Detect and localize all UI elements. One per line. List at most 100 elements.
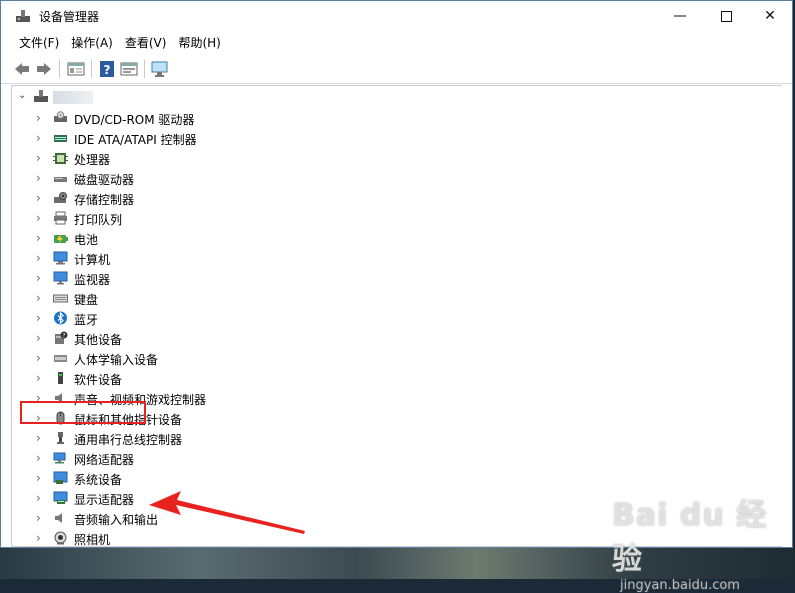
processor-icon bbox=[53, 153, 68, 164]
usb-icon bbox=[57, 432, 64, 444]
camera-icon bbox=[54, 531, 67, 545]
tree-item[interactable]: › 软件设备 bbox=[12, 368, 782, 388]
menu-help[interactable]: 帮助(H) bbox=[172, 31, 226, 55]
chevron-right-icon[interactable]: › bbox=[36, 531, 41, 545]
tree-item[interactable]: › 网络适配器 bbox=[12, 448, 782, 468]
chevron-right-icon[interactable]: › bbox=[36, 371, 41, 385]
computer-icon bbox=[53, 251, 68, 265]
tree-item[interactable]: › DVD/CD-ROM 驱动器 bbox=[12, 108, 782, 128]
forward-icon[interactable] bbox=[35, 60, 53, 78]
audio-io-icon bbox=[55, 513, 62, 523]
tree-item-label: 通用串行总线控制器 bbox=[74, 433, 183, 447]
menu-bar: 文件(F) 操作(A) 查看(V) 帮助(H) bbox=[1, 31, 792, 55]
monitor-icon bbox=[53, 271, 68, 285]
computer-name-blurred bbox=[53, 91, 93, 104]
update-driver-icon[interactable] bbox=[120, 60, 138, 78]
tree-item[interactable]: ›? 其他设备 bbox=[12, 328, 782, 348]
device-manager-window: 设备管理器 — ✕ 文件(F) 操作(A) 查看(V) 帮助(H) ? ⌄ › … bbox=[0, 0, 793, 548]
tree-item[interactable]: › 处理器 bbox=[12, 148, 782, 168]
minimize-button[interactable]: — bbox=[657, 1, 703, 31]
chevron-right-icon[interactable]: › bbox=[36, 511, 41, 525]
tree-item-label: 键盘 bbox=[74, 293, 99, 307]
chevron-right-icon[interactable]: › bbox=[36, 271, 41, 285]
tree-item-label: 其他设备 bbox=[74, 333, 123, 347]
tree-item[interactable]: › 通用串行总线控制器 bbox=[12, 428, 782, 448]
tree-item[interactable]: › 存储控制器 bbox=[12, 188, 782, 208]
display-adapter-icon bbox=[53, 491, 68, 504]
toolbar-separator bbox=[91, 60, 92, 78]
chevron-right-icon[interactable]: › bbox=[36, 131, 41, 145]
chevron-right-icon[interactable]: › bbox=[36, 491, 41, 505]
tree-item-label: 人体学输入设备 bbox=[74, 353, 159, 367]
tree-item-label: 存储控制器 bbox=[74, 193, 135, 207]
menu-file[interactable]: 文件(F) bbox=[13, 31, 65, 55]
computer-root-icon bbox=[34, 90, 48, 102]
highlight-box bbox=[20, 401, 146, 424]
chevron-right-icon[interactable]: › bbox=[36, 171, 41, 185]
tree-item-label: 系统设备 bbox=[74, 473, 123, 487]
tree-item[interactable]: › 电池 bbox=[12, 228, 782, 248]
chevron-right-icon[interactable]: › bbox=[36, 331, 41, 345]
maximize-button[interactable] bbox=[703, 1, 749, 31]
tree-item-label: 处理器 bbox=[74, 153, 111, 167]
tree-item-label: 计算机 bbox=[74, 253, 111, 267]
tree-item-label: DVD/CD-ROM 驱动器 bbox=[74, 113, 195, 127]
chevron-right-icon[interactable]: › bbox=[36, 451, 41, 465]
chevron-right-icon[interactable]: › bbox=[36, 471, 41, 485]
tree-item-label: 磁盘驱动器 bbox=[74, 173, 135, 187]
device-manager-app-icon bbox=[16, 10, 30, 22]
bluetooth-icon bbox=[54, 311, 67, 325]
toolbar-separator bbox=[144, 60, 145, 78]
chevron-right-icon[interactable]: › bbox=[36, 111, 41, 125]
menu-action[interactable]: 操作(A) bbox=[65, 31, 119, 55]
battery-icon bbox=[54, 235, 68, 243]
tree-item[interactable]: › 监视器 bbox=[12, 268, 782, 288]
watermark-sub-text: jingyan.baidu.com bbox=[620, 578, 740, 593]
tree-item[interactable]: › 打印队列 bbox=[12, 208, 782, 228]
tree-item[interactable]: › 蓝牙 bbox=[12, 308, 782, 328]
scan-hardware-icon[interactable] bbox=[151, 60, 169, 78]
red-arrow-annotation bbox=[149, 491, 305, 534]
tree-item[interactable]: › IDE ATA/ATAPI 控制器 bbox=[12, 128, 782, 148]
disk-drive-icon bbox=[54, 177, 67, 182]
ide-controller-icon bbox=[54, 135, 67, 142]
chevron-right-icon[interactable]: › bbox=[36, 231, 41, 245]
maximize-icon bbox=[720, 10, 732, 22]
dvd-drive-icon bbox=[54, 111, 67, 122]
chevron-right-icon[interactable]: › bbox=[36, 311, 41, 325]
chevron-right-icon[interactable]: › bbox=[36, 151, 41, 165]
svg-text:?: ? bbox=[104, 63, 111, 77]
tree-item-label: 显示适配器 bbox=[74, 493, 135, 507]
toolbar: ? bbox=[1, 55, 792, 84]
printer-icon bbox=[54, 211, 67, 225]
device-tree: ⌄ › DVD/CD-ROM 驱动器 › IDE ATA/ATAPI 控制器 › 处理器 ›… bbox=[11, 85, 783, 547]
chevron-right-icon[interactable]: › bbox=[36, 211, 41, 225]
title-bar[interactable]: 设备管理器 — ✕ bbox=[1, 1, 792, 31]
toolbar-separator bbox=[59, 60, 60, 78]
hid-icon bbox=[54, 355, 67, 362]
close-button[interactable]: ✕ bbox=[747, 1, 793, 31]
watermark-main-text: Bai du 经验 bbox=[612, 498, 768, 577]
back-icon[interactable] bbox=[13, 60, 31, 78]
tree-item[interactable]: › 人体学输入设备 bbox=[12, 348, 782, 368]
tree-item[interactable]: › 计算机 bbox=[12, 248, 782, 268]
baidu-watermark: Bai du 经验 jingyan.baidu.com bbox=[612, 490, 795, 593]
tree-item[interactable]: › 键盘 bbox=[12, 288, 782, 308]
tree-root-row[interactable]: ⌄ bbox=[12, 88, 782, 106]
chevron-right-icon[interactable]: › bbox=[36, 351, 41, 365]
tree-item[interactable]: › 磁盘驱动器 bbox=[12, 168, 782, 188]
chevron-right-icon[interactable]: › bbox=[36, 191, 41, 205]
chevron-right-icon[interactable]: › bbox=[36, 251, 41, 265]
expand-chevron-icon[interactable]: ⌄ bbox=[18, 90, 26, 101]
keyboard-icon bbox=[53, 294, 68, 303]
svg-text:?: ? bbox=[62, 332, 65, 339]
help-icon[interactable]: ? bbox=[98, 60, 116, 78]
chevron-right-icon[interactable]: › bbox=[36, 431, 41, 445]
chevron-right-icon[interactable]: › bbox=[36, 291, 41, 305]
tree-item[interactable]: › 系统设备 bbox=[12, 468, 782, 488]
properties-icon[interactable] bbox=[67, 60, 85, 78]
menu-view[interactable]: 查看(V) bbox=[119, 31, 173, 55]
scrollbar-track[interactable] bbox=[782, 85, 792, 547]
tree-item-label: 软件设备 bbox=[74, 373, 123, 387]
tree-item-label: 照相机 bbox=[74, 533, 111, 547]
